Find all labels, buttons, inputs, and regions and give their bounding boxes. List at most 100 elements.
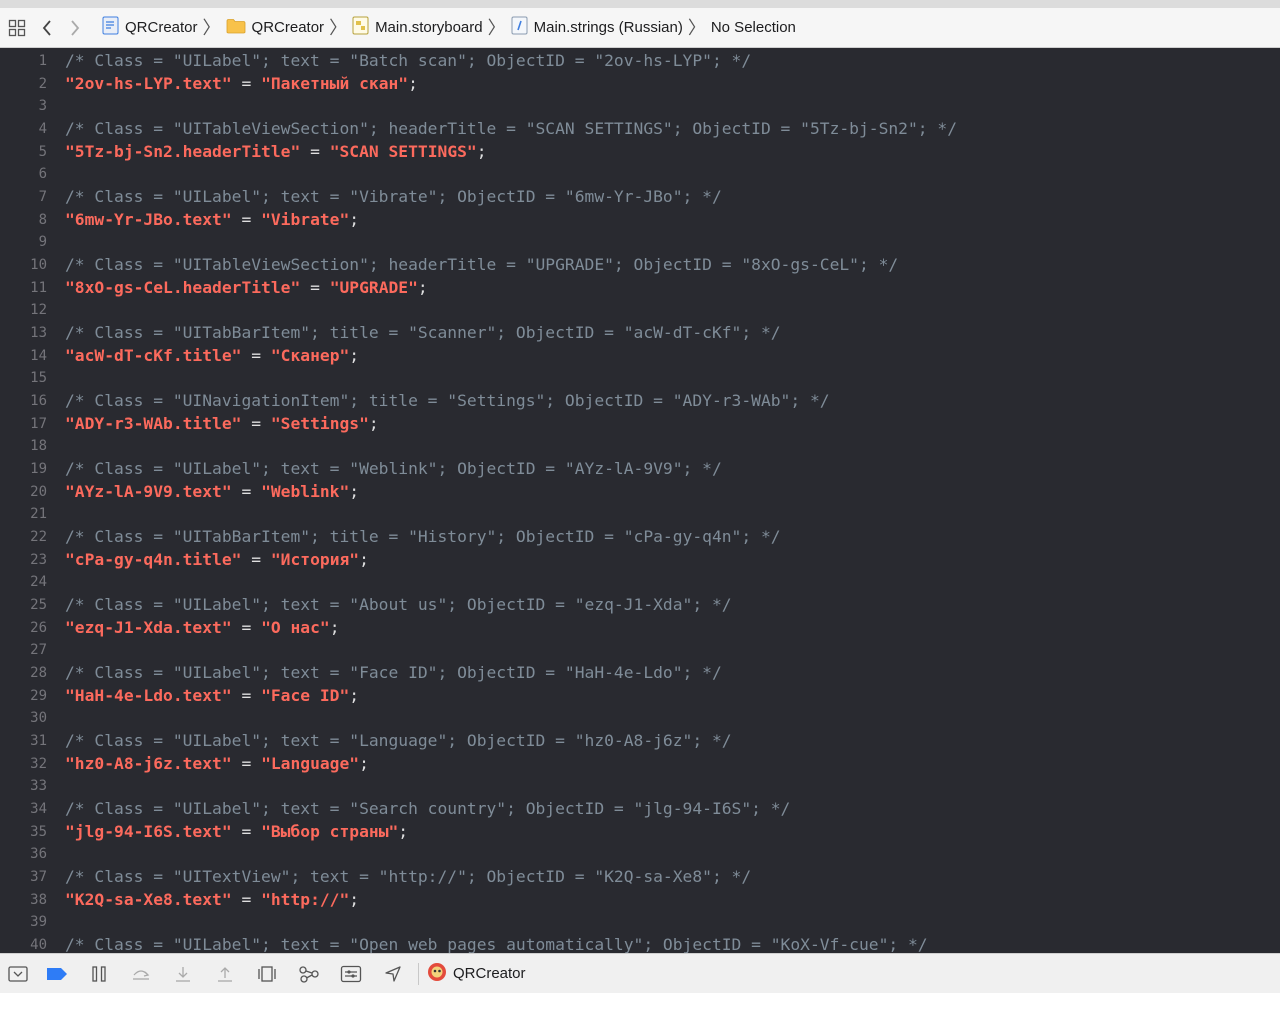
breadcrumb-label: QRCreator: [125, 19, 198, 36]
environment-overrides-icon[interactable]: [330, 954, 372, 994]
code-line[interactable]: 20 "AYz-lA-9V9.text" = "Weblink";: [0, 481, 1280, 503]
line-number: 29: [30, 687, 47, 704]
scheme-selector[interactable]: QRCreator: [427, 962, 526, 986]
code-line[interactable]: 38 "K2Q-sa-Xe8.text" = "http://";: [0, 889, 1280, 911]
code-line[interactable]: 11 "8xO-gs-CeL.headerTitle" = "UPGRADE";: [0, 277, 1280, 299]
code-text: "cPa-gy-q4n.title" = "История";: [65, 549, 369, 571]
comment-text: /* Class = "UILabel"; text = "Batch scan…: [65, 51, 752, 70]
assignment-operator: =: [300, 277, 330, 297]
code-line[interactable]: 26 "ezq-J1-Xda.text" = "О нас";: [0, 617, 1280, 639]
code-text: /* Class = "UITableViewSection"; headerT…: [65, 254, 898, 276]
assignment-operator: =: [241, 413, 271, 433]
pause-icon[interactable]: [78, 954, 120, 994]
forward-arrow-icon[interactable]: [62, 8, 88, 48]
window-bottom-edge: [0, 993, 1280, 1009]
code-text: "K2Q-sa-Xe8.text" = "http://";: [65, 889, 359, 911]
code-line[interactable]: 8 "6mw-Yr-JBo.text" = "Vibrate";: [0, 209, 1280, 231]
back-arrow-icon[interactable]: [32, 8, 62, 48]
code-line[interactable]: 10 /* Class = "UITableViewSection"; heade…: [0, 254, 1280, 276]
code-line[interactable]: 4 /* Class = "UITableViewSection"; header…: [0, 118, 1280, 140]
code-line[interactable]: 16 /* Class = "UINavigationItem"; title =…: [0, 390, 1280, 412]
assignment-operator: =: [231, 889, 262, 909]
code-line[interactable]: 27: [0, 639, 1280, 661]
storyboard-icon: [352, 16, 369, 39]
breadcrumb-strings-file[interactable]: Main.strings (Russian): [511, 16, 683, 39]
line-number: 6: [38, 166, 47, 183]
comment-text: /* Class = "UITableViewSection"; headerT…: [65, 119, 957, 138]
strings-file-icon: [511, 16, 528, 39]
line-number: 10: [30, 257, 47, 274]
toolbar-divider: [418, 962, 419, 985]
related-items-icon[interactable]: [2, 8, 32, 48]
code-line[interactable]: 36: [0, 843, 1280, 865]
string-value: "О нас": [261, 617, 330, 637]
code-line[interactable]: 17 "ADY-r3-WAb.title" = "Settings";: [0, 413, 1280, 435]
string-value: "Сканер": [270, 345, 350, 365]
string-value: "Settings": [270, 413, 369, 433]
code-line[interactable]: 18: [0, 435, 1280, 457]
comment-text: /* Class = "UITextView"; text = "http://…: [65, 867, 752, 887]
code-line[interactable]: 23 "cPa-gy-q4n.title" = "История";: [0, 549, 1280, 571]
step-out-icon[interactable]: [204, 954, 246, 994]
code-line[interactable]: 7 /* Class = "UILabel"; text = "Vibrate";…: [0, 186, 1280, 208]
code-line[interactable]: 39: [0, 911, 1280, 933]
code-line[interactable]: 6: [0, 163, 1280, 185]
code-line[interactable]: 40 /* Class = "UILabel"; text = "Open web…: [0, 934, 1280, 953]
code-line[interactable]: 29 "HaH-4e-Ldo.text" = "Face ID";: [0, 685, 1280, 707]
step-into-icon[interactable]: [162, 954, 204, 994]
breadcrumb-project[interactable]: QRCreator: [102, 16, 198, 39]
memory-graph-icon[interactable]: [288, 954, 330, 994]
breakpoints-toggle-icon[interactable]: [36, 954, 78, 994]
code-line[interactable]: 35 "jlg-94-I6S.text" = "Выбор страны";: [0, 821, 1280, 843]
line-number: 18: [30, 438, 47, 455]
code-line[interactable]: 33: [0, 775, 1280, 797]
code-line[interactable]: 25 /* Class = "UILabel"; text = "About us…: [0, 594, 1280, 616]
code-line[interactable]: 15: [0, 367, 1280, 389]
code-line[interactable]: 28 /* Class = "UILabel"; text = "Face ID"…: [0, 662, 1280, 684]
line-number: 16: [30, 393, 47, 410]
string-key: "HaH-4e-Ldo.text": [65, 685, 232, 705]
comment-text: /* Class = "UILabel"; text = "Weblink"; …: [65, 459, 722, 479]
code-line[interactable]: 1 /* Class = "UILabel"; text = "Batch sca…: [0, 50, 1280, 72]
line-number: 38: [30, 891, 47, 908]
code-line[interactable]: 9: [0, 231, 1280, 253]
comment-text: /* Class = "UILabel"; text = "About us";…: [65, 595, 732, 615]
code-line[interactable]: 31 /* Class = "UILabel"; text = "Language…: [0, 730, 1280, 752]
code-line[interactable]: 14 "acW-dT-cKf.title" = "Сканер";: [0, 345, 1280, 367]
source-editor[interactable]: 1 /* Class = "UILabel"; text = "Batch sca…: [0, 48, 1280, 953]
code-line[interactable]: 19 /* Class = "UILabel"; text = "Weblink"…: [0, 458, 1280, 480]
code-line[interactable]: 37 /* Class = "UITextView"; text = "http:…: [0, 866, 1280, 888]
hide-debug-area-icon[interactable]: [0, 954, 36, 994]
view-debugger-icon[interactable]: [246, 954, 288, 994]
line-number: 15: [30, 370, 47, 387]
simulate-location-icon[interactable]: [372, 954, 414, 994]
code-text: "jlg-94-I6S.text" = "Выбор страны";: [65, 821, 408, 843]
code-line[interactable]: 5 "5Tz-bj-Sn2.headerTitle" = "SCAN SETTIN…: [0, 141, 1280, 163]
jump-bar: QRCreator 〉 QRCreator 〉 Main.storyboard …: [0, 8, 1280, 48]
code-line[interactable]: 24: [0, 571, 1280, 593]
code-line[interactable]: 12: [0, 299, 1280, 321]
code-line[interactable]: 34 /* Class = "UILabel"; text = "Search c…: [0, 798, 1280, 820]
breadcrumb-separator-icon: 〉: [329, 17, 348, 38]
step-over-icon[interactable]: [120, 954, 162, 994]
code-line[interactable]: 22 /* Class = "UITabBarItem"; title = "Hi…: [0, 526, 1280, 548]
code-line[interactable]: 2 "2ov-hs-LYP.text" = "Пакетный скан";: [0, 73, 1280, 95]
assignment-operator: =: [231, 617, 262, 637]
semicolon: ;: [359, 753, 369, 773]
line-number: 13: [30, 325, 47, 342]
code-text: /* Class = "UITabBarItem"; title = "Hist…: [65, 526, 781, 548]
string-value: "Пакетный скан": [261, 73, 409, 93]
breadcrumb-group[interactable]: QRCreator: [226, 18, 324, 38]
code-line[interactable]: 13 /* Class = "UITabBarItem"; title = "Sc…: [0, 322, 1280, 344]
line-number: 34: [30, 801, 47, 818]
line-number: 36: [30, 846, 47, 863]
code-line[interactable]: 30: [0, 707, 1280, 729]
code-line[interactable]: 3: [0, 95, 1280, 117]
code-text: "acW-dT-cKf.title" = "Сканер";: [65, 345, 359, 367]
code-line[interactable]: 21: [0, 503, 1280, 525]
breadcrumb-storyboard[interactable]: Main.storyboard: [352, 16, 483, 39]
breadcrumb-selection[interactable]: No Selection: [711, 19, 796, 36]
code-line[interactable]: 32 "hz0-A8-j6z.text" = "Language";: [0, 753, 1280, 775]
line-number: 24: [30, 574, 47, 591]
code-text: "ADY-r3-WAb.title" = "Settings";: [65, 413, 379, 435]
